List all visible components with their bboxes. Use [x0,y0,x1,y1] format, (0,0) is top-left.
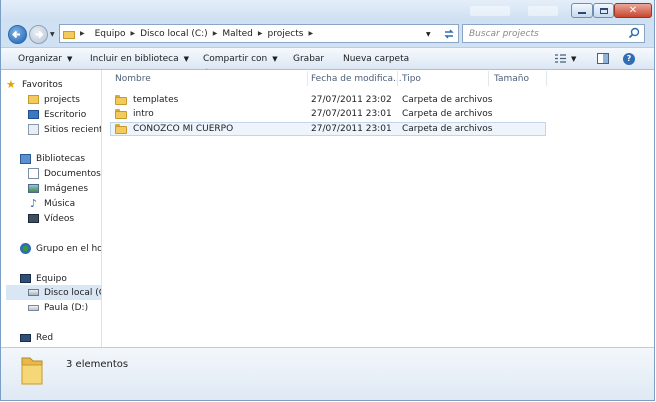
sort-ascending-icon: ⌃ [204,68,210,75]
column-divider[interactable] [307,71,308,86]
folder-icon [115,109,127,119]
file-name-cell: intro [115,107,154,121]
column-header-name[interactable]: Nombre [115,71,151,86]
forward-arrow-icon [35,30,44,39]
help-button[interactable]: ? [623,48,635,69]
nav-computer-header[interactable]: Equipo [20,271,101,286]
recent-pages-dropdown-icon[interactable]: ▼ [50,31,55,38]
file-type-cell: Carpeta de archivos [402,109,493,119]
column-header-size[interactable]: Tamaño [494,71,529,86]
details-pane [1,347,654,400]
star-icon: ★ [6,78,16,91]
chevron-down-icon: ▼ [183,54,190,63]
nav-item-disco-local[interactable]: Disco local (C:) [6,285,101,300]
maximize-icon [599,7,608,14]
nav-item-sitios-recientes[interactable]: Sitios recientes [28,122,101,137]
address-bar[interactable]: ▶ Equipo ▶ Disco local (C:) ▶ Malted ▶ proj… [59,24,459,43]
back-arrow-icon [12,30,20,39]
recent-places-icon [28,124,39,135]
chevron-down-icon: ▼ [67,54,73,63]
column-divider[interactable] [397,71,398,86]
file-name-cell: CONOZCO MI CUERPO [115,122,233,136]
nav-item-paula-d[interactable]: Paula (D:) [28,300,101,315]
help-icon: ? [623,52,635,65]
burn-button[interactable]: Grabar [293,48,324,69]
breadcrumb-separator[interactable]: ▶ [80,30,90,37]
file-type-cell: Carpeta de archivos [402,124,493,134]
folder-icon [28,95,39,104]
nav-item-videos[interactable]: Vídeos [28,211,101,226]
column-divider[interactable] [488,71,489,86]
view-list-icon [555,54,566,63]
breadcrumb-malted[interactable]: ▶ Malted [213,29,253,39]
preview-pane-icon [597,53,609,64]
nav-item-imagenes[interactable]: Imágenes [28,181,101,196]
chevron-down-icon: ▼ [272,54,278,63]
folder-icon [63,29,75,39]
close-icon: ✕ [628,4,638,16]
music-icon: ♪ [29,197,38,210]
nav-libraries-header[interactable]: Bibliotecas [20,151,101,166]
preview-pane-button[interactable] [597,48,609,69]
share-with-button[interactable]: Compartir con ▼ [203,48,278,69]
background-window-ghost [528,6,558,16]
new-folder-button[interactable]: Nueva carpeta [343,48,409,69]
search-input[interactable]: Buscar projects [462,24,645,43]
close-button[interactable]: ✕ [614,3,652,18]
column-divider[interactable] [546,71,547,86]
file-row-intro[interactable]: intro 27/07/2011 23:01 Carpeta de archiv… [110,107,546,121]
refresh-icon [443,29,454,38]
file-date-cell: 27/07/2011 23:01 [311,124,392,134]
item-count-label: 3 elementos [66,359,129,370]
nav-item-musica[interactable]: ♪ Música [28,196,101,211]
nav-item-projects[interactable]: projects [28,92,101,107]
file-date-cell: 27/07/2011 23:01 [311,109,392,119]
column-header-type[interactable]: Tipo [402,71,421,86]
background-window-ghost [470,6,510,16]
breadcrumb-disco-local[interactable]: ▶ Disco local (C:) [130,29,207,39]
nav-homegroup[interactable]: Grupo en el hogar [20,241,101,256]
file-date-cell: 27/07/2011 23:02 [311,95,392,105]
forward-button[interactable] [29,25,48,44]
homegroup-icon [20,243,31,254]
large-folder-icon [20,355,44,387]
pictures-icon [28,184,39,193]
include-library-button[interactable]: Incluir en biblioteca ▼ [90,48,189,69]
file-row-templates[interactable]: templates 27/07/2011 23:02 Carpeta de ar… [110,93,546,107]
folder-icon [115,124,127,134]
drive-icon [28,289,39,296]
nav-item-escritorio[interactable]: Escritorio [28,107,101,122]
file-row-conozco-mi-cuerpo[interactable]: CONOZCO MI CUERPO 27/07/2011 23:01 Carpe… [110,122,546,136]
maximize-button[interactable] [593,3,614,18]
desktop-icon [28,110,39,119]
column-header-date[interactable]: Fecha de modifica... [311,71,402,86]
refresh-button[interactable] [440,26,457,41]
organize-button[interactable]: Organizar ▼ [18,48,72,69]
nav-network[interactable]: Red [20,330,101,345]
breadcrumb-projects[interactable]: ▶ projects [258,29,304,39]
breadcrumb-separator[interactable]: ▶ [308,30,318,37]
nav-favorites-header[interactable]: ★ Favoritos [6,77,107,92]
library-icon [20,153,31,164]
view-options-button[interactable]: ▼ [555,48,576,69]
videos-icon [28,214,39,223]
file-name-cell: templates [115,93,178,107]
drive-icon [28,304,39,311]
address-dropdown-icon[interactable]: ▼ [426,31,431,38]
command-toolbar: Organizar ▼ Incluir en biblioteca ▼ Compar… [1,47,654,70]
search-icon[interactable] [628,27,640,42]
computer-icon [20,274,31,283]
nav-item-documentos[interactable]: Documentos [28,166,101,181]
breadcrumb-equipo[interactable]: Equipo [95,29,126,39]
file-type-cell: Carpeta de archivos [402,95,493,105]
network-icon [20,333,31,342]
back-button[interactable] [8,25,27,44]
minimize-button[interactable] [571,3,593,18]
folder-icon [115,95,127,105]
minimize-icon [578,12,586,14]
documents-icon [28,168,39,179]
chevron-down-icon: ▼ [571,54,577,63]
